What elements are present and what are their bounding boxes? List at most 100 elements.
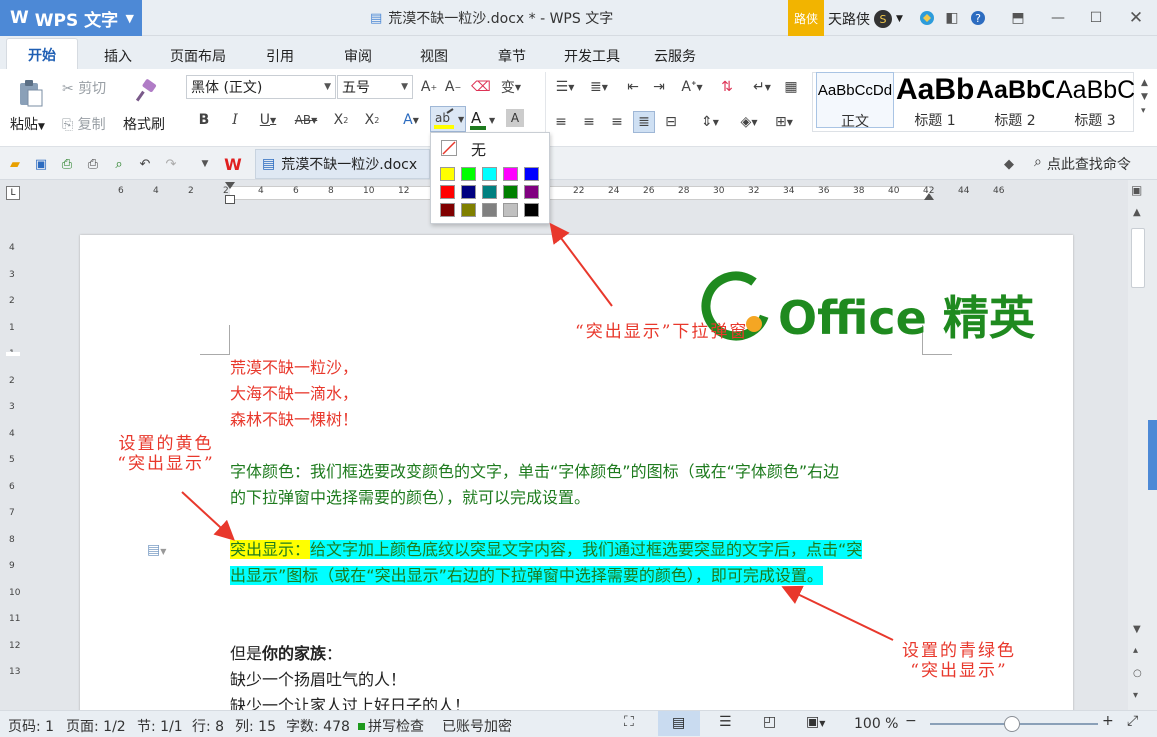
restore-ribbon-icon[interactable]: ⬒ [1008, 8, 1028, 28]
grow-font-icon[interactable]: A + [418, 76, 440, 98]
highlight-swatch[interactable] [482, 185, 497, 199]
first-line-indent-marker[interactable] [225, 182, 235, 189]
cut-button[interactable]: ✂ 剪切 [62, 78, 106, 98]
font-name-select[interactable]: 黑体 (正文) ▼ [186, 75, 336, 99]
user-account[interactable]: 天路侠 S ▼ [828, 9, 903, 29]
highlight-swatch[interactable] [503, 203, 518, 217]
outline-view-icon[interactable]: ☰ [719, 714, 732, 730]
paragraph-mark-icon[interactable]: ↵ ▼ [748, 76, 776, 98]
zoom-in-icon[interactable]: + [1102, 713, 1114, 729]
align-left-icon[interactable]: ≡ [550, 111, 572, 133]
minimize-icon[interactable]: — [1048, 8, 1068, 28]
command-search[interactable]: ⌕ 点此查找命令 [1034, 154, 1131, 174]
share-icon[interactable]: ◧ [942, 8, 962, 28]
no-highlight-option[interactable]: 无 [471, 139, 486, 160]
page-view-button[interactable]: ▤ [658, 711, 700, 736]
status-words[interactable]: 字数: 478 [286, 716, 350, 736]
full-screen-icon[interactable]: ⛶ [624, 714, 634, 730]
highlight-swatch[interactable] [524, 203, 539, 217]
superscript-icon[interactable]: X2 [330, 109, 352, 131]
strikethrough-icon[interactable]: AB ▼ [289, 109, 323, 131]
text-effect-icon[interactable]: A ▼ [397, 109, 425, 131]
customize-qat-icon[interactable]: ▼ [196, 155, 214, 173]
phonetic-icon[interactable]: 变 ▼ [500, 76, 522, 98]
tab-chapter[interactable]: 章节 [498, 46, 526, 66]
collapse-ribbon-icon[interactable]: ◆ [1000, 155, 1018, 173]
print-icon[interactable]: ⎙ [84, 155, 102, 173]
style-heading-1[interactable]: AaBb 标题 1 [896, 72, 974, 129]
font-size-select[interactable]: 五号 ▼ [337, 75, 413, 99]
sort-icon[interactable]: ⇅ [716, 76, 738, 98]
paste-icon[interactable] [16, 78, 46, 108]
zoom-slider-thumb[interactable] [1004, 716, 1020, 732]
bullet-list-icon[interactable]: ☰ ▼ [550, 76, 580, 98]
next-page-icon[interactable]: ▾ [1133, 690, 1138, 701]
justify-icon[interactable]: ≣ [633, 111, 655, 133]
distribute-icon[interactable]: ⊟ [660, 111, 682, 133]
print-preview-icon[interactable]: ⌕ [110, 155, 128, 173]
borders-icon[interactable]: ⊞ ▼ [770, 111, 798, 133]
change-case-icon[interactable]: Aᐩ ▼ [676, 76, 708, 98]
highlight-swatch[interactable] [482, 167, 497, 181]
tab-review[interactable]: 审阅 [344, 46, 372, 66]
copy-button[interactable]: ⎘ 复制 [62, 114, 106, 134]
skin-icon[interactable] [917, 8, 937, 28]
highlight-swatch[interactable] [440, 185, 455, 199]
export-pdf-icon[interactable]: ⎙ [58, 155, 76, 173]
decrease-indent-icon[interactable]: ⇤ [622, 76, 644, 98]
style-heading-2[interactable]: AaBbC 标题 2 [976, 72, 1054, 129]
previous-page-icon[interactable]: ▴ [1133, 645, 1138, 656]
tab-insert[interactable]: 插入 [104, 46, 132, 66]
font-color-button[interactable]: A ▼ [468, 108, 498, 132]
styles-scroll-icon[interactable]: ▲ ▼ ▾ [1141, 76, 1148, 118]
shrink-font-icon[interactable]: A − [442, 76, 464, 98]
document-tab[interactable]: ▤ 荒漠不缺一粒沙.docx [255, 149, 430, 179]
italic-icon[interactable]: I [224, 109, 246, 131]
status-row[interactable]: 行: 8 [192, 716, 224, 736]
highlight-swatch[interactable] [524, 167, 539, 181]
style-normal[interactable]: AaBbCcDd 正文 [816, 72, 894, 130]
tab-developer[interactable]: 开发工具 [564, 46, 620, 66]
table-borders-icon[interactable]: ▦ [780, 76, 802, 98]
highlight-swatch[interactable] [461, 203, 476, 217]
reading-mode-icon[interactable]: ▣▼ [806, 714, 825, 730]
scroll-up-icon[interactable]: ▲ [1133, 207, 1141, 218]
view-toggle-icon[interactable]: ▣ [1131, 183, 1142, 197]
status-page[interactable]: 页码: 1 [8, 716, 54, 736]
format-painter-icon[interactable] [133, 78, 159, 104]
status-section[interactable]: 节: 1/1 [137, 716, 183, 736]
align-center-icon[interactable]: ≡ [578, 111, 600, 133]
paragraph-layout-icon[interactable]: ▤▼ [147, 542, 166, 558]
web-view-icon[interactable]: ◰ [763, 714, 776, 730]
encryption-status[interactable]: 已账号加密 [442, 716, 512, 736]
maximize-icon[interactable]: ☐ [1086, 8, 1106, 28]
highlight-swatch[interactable] [503, 167, 518, 181]
style-heading-3[interactable]: AaBbC 标题 3 [1056, 72, 1134, 129]
tab-view[interactable]: 视图 [420, 46, 448, 66]
zoom-level[interactable]: 100 % [854, 716, 898, 732]
highlight-swatch[interactable] [503, 185, 518, 199]
highlight-swatch[interactable] [440, 203, 455, 217]
align-right-icon[interactable]: ≡ [606, 111, 628, 133]
format-painter-button[interactable]: 格式刷 [123, 114, 165, 134]
fit-window-icon[interactable]: ⤢ [1127, 713, 1138, 729]
wps-app-menu-button[interactable]: W WPS 文字 ▼ [0, 0, 142, 36]
save-icon[interactable]: ▣ [32, 155, 50, 173]
bold-icon[interactable]: B [193, 109, 215, 131]
highlight-swatch[interactable] [440, 167, 455, 181]
underline-icon[interactable]: U ▼ [253, 109, 283, 131]
highlight-swatch[interactable] [461, 185, 476, 199]
status-pages[interactable]: 页面: 1/2 [66, 716, 126, 736]
no-color-icon[interactable] [441, 140, 457, 156]
highlight-swatch[interactable] [461, 167, 476, 181]
tab-stop-selector[interactable]: L [6, 186, 20, 200]
close-icon[interactable]: ✕ [1126, 8, 1146, 28]
tab-cloud[interactable]: 云服务 [654, 46, 696, 66]
highlight-swatch[interactable] [482, 203, 497, 217]
left-indent-marker[interactable] [225, 195, 235, 204]
char-shading-icon[interactable]: A [506, 109, 524, 127]
line-spacing-icon[interactable]: ⇕ ▼ [694, 111, 726, 133]
clear-format-icon[interactable]: ⌫ [470, 76, 492, 98]
help-icon[interactable]: ? [968, 8, 988, 28]
redo-icon[interactable]: ↷ [162, 155, 180, 173]
